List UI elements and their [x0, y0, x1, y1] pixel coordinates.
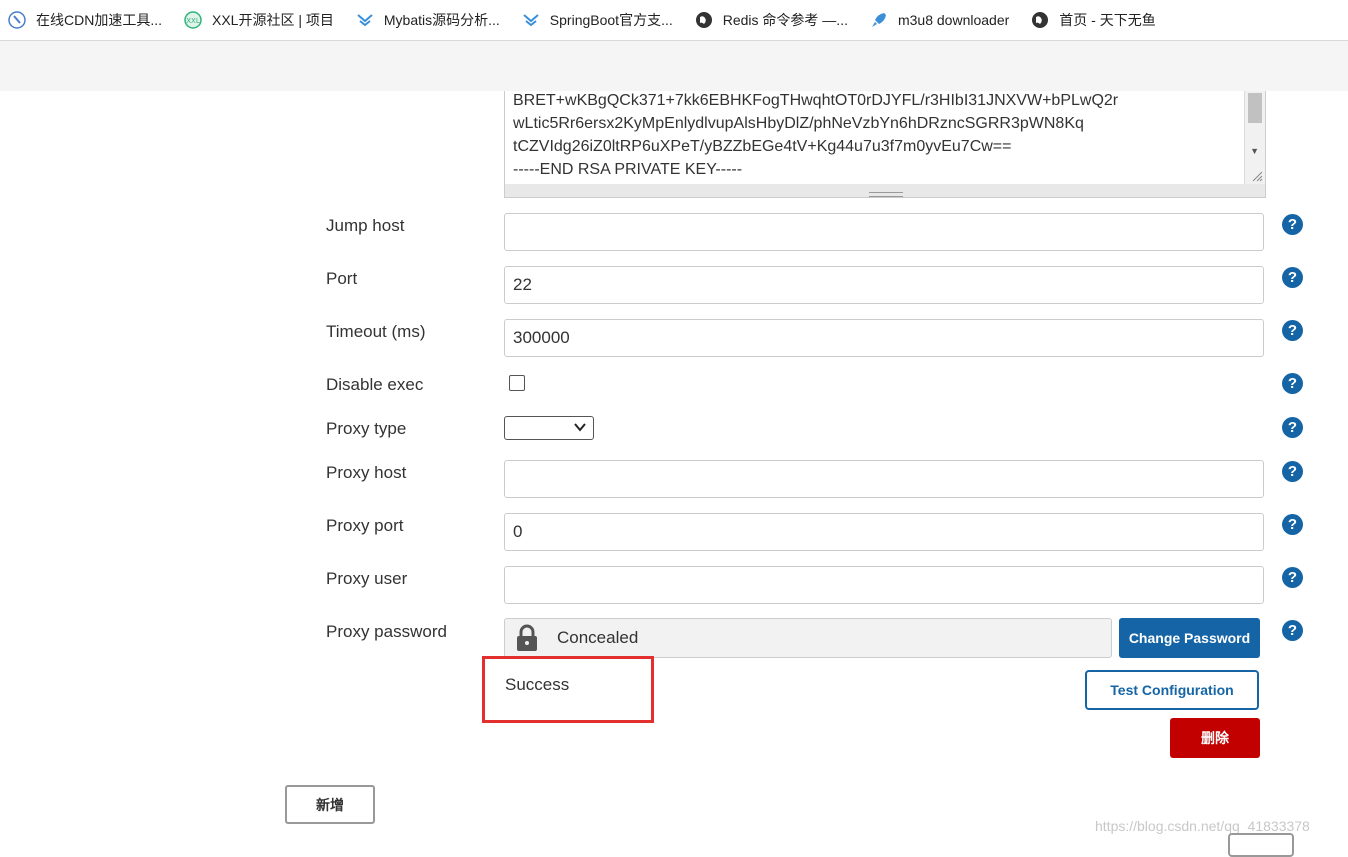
port-label: Port [326, 269, 358, 288]
proxy-port-label: Proxy port [326, 516, 404, 535]
help-jump-host-icon[interactable]: ? [1282, 214, 1303, 235]
lock-icon [517, 624, 537, 651]
key-line: tCZVIdg26iZ0ltRP6uXPeT/yBZZbEGe4tV+Kg44u… [513, 138, 1012, 155]
proxy-user-label: Proxy user [326, 569, 408, 588]
timeout-input[interactable] [504, 319, 1264, 357]
key-line: -----END RSA PRIVATE KEY----- [513, 161, 743, 178]
proxy-password-label: Proxy password [326, 622, 447, 641]
chevron-layer-icon [522, 11, 540, 29]
help-disable-exec-icon[interactable]: ? [1282, 373, 1303, 394]
xxl-icon: XXL [184, 11, 202, 29]
key-line: wLtic5Rr6ersx2KyMpEnlydlvupAlsHbyDlZ/phN… [513, 115, 1084, 132]
password-concealed-text: Concealed [557, 628, 639, 647]
proxy-host-label: Proxy host [326, 463, 407, 482]
bookmark-mybatis[interactable]: Mybatis源码分析... [356, 10, 500, 30]
bookmark-label: m3u8 downloader [897, 12, 1010, 28]
help-proxy-port-icon[interactable]: ? [1282, 514, 1303, 535]
help-proxy-host-icon[interactable]: ? [1282, 461, 1303, 482]
scroll-down-arrow-icon[interactable]: ▼ [1250, 146, 1259, 156]
chevron-down-icon [574, 423, 586, 432]
bookmark-label: Mybatis源码分析... [383, 12, 500, 28]
bookmark-redis[interactable]: Redis 命令参考 —... [695, 10, 848, 30]
bookmark-label: Redis 命令参考 —... [722, 12, 848, 28]
watermark-text: https://blog.csdn.net/qq_41833378 [1095, 818, 1310, 834]
private-key-lines: BRET+wKBgQCk371+7kk6EBHKFogTHwqhtOT0rDJY… [513, 91, 1118, 181]
globe-icon [1031, 11, 1049, 29]
key-line: BRET+wKBgQCk371+7kk6EBHKFogTHwqhtOT0rDJY… [513, 92, 1119, 109]
bookmark-springboot[interactable]: SpringBoot官方支... [522, 10, 673, 30]
bookmark-label: SpringBoot官方支... [549, 12, 673, 28]
bookmark-label: 首页 - 天下无鱼 [1059, 12, 1156, 28]
proxy-host-input[interactable] [504, 460, 1264, 498]
resize-handle-grip [869, 192, 903, 197]
bookmark-home[interactable]: 首页 - 天下无鱼 [1031, 10, 1156, 30]
svg-text:XXL: XXL [186, 17, 200, 25]
resize-grip-icon[interactable] [1249, 168, 1263, 182]
timeout-label: Timeout (ms) [326, 322, 426, 341]
proxy-type-select[interactable] [504, 416, 594, 440]
add-button[interactable]: 新增 [285, 785, 375, 824]
highlight-annotation-box [482, 656, 654, 723]
test-configuration-button[interactable]: Test Configuration [1085, 670, 1259, 710]
scrollbar-thumb[interactable] [1248, 93, 1262, 123]
bookmark-xxl[interactable]: XXL XXL开源社区 | 项目 [184, 10, 334, 30]
proxy-type-label: Proxy type [326, 419, 407, 438]
jump-host-input[interactable] [504, 213, 1264, 251]
help-proxy-password-icon[interactable]: ? [1282, 620, 1303, 641]
rocket-icon [870, 11, 888, 29]
delete-button[interactable]: 删除 [1170, 718, 1260, 758]
bookmark-m3u8[interactable]: m3u8 downloader [870, 11, 1009, 29]
proxy-user-input[interactable] [504, 566, 1264, 604]
bookmarks-bar: 在线CDN加速工具... XXL XXL开源社区 | 项目 Mybatis源码分… [0, 0, 1348, 41]
disable-exec-checkbox[interactable] [509, 375, 525, 391]
private-key-textarea[interactable]: BRET+wKBgQCk371+7kk6EBHKFogTHwqhtOT0rDJY… [504, 91, 1266, 185]
textarea-resize-handle[interactable] [504, 184, 1266, 198]
bookmark-cdn-tool[interactable]: 在线CDN加速工具... [8, 10, 162, 30]
port-input[interactable] [504, 266, 1264, 304]
bookmark-label: XXL开源社区 | 项目 [212, 12, 334, 28]
cdn-tool-icon [8, 11, 26, 29]
change-password-button[interactable]: Change Password [1119, 618, 1260, 658]
partial-button[interactable] [1228, 833, 1294, 857]
page-header-strip [0, 41, 1348, 91]
help-port-icon[interactable]: ? [1282, 267, 1303, 288]
proxy-port-input[interactable] [504, 513, 1264, 551]
help-proxy-user-icon[interactable]: ? [1282, 567, 1303, 588]
help-timeout-icon[interactable]: ? [1282, 320, 1303, 341]
disable-exec-label: Disable exec [326, 375, 424, 394]
chevron-layer-icon [356, 11, 374, 29]
proxy-password-field[interactable]: Concealed [504, 618, 1112, 658]
jump-host-label: Jump host [326, 216, 405, 235]
bookmark-label: 在线CDN加速工具... [36, 12, 162, 28]
globe-icon [695, 11, 713, 29]
textarea-scrollbar[interactable]: ▼ [1244, 91, 1265, 184]
help-proxy-type-icon[interactable]: ? [1282, 417, 1303, 438]
